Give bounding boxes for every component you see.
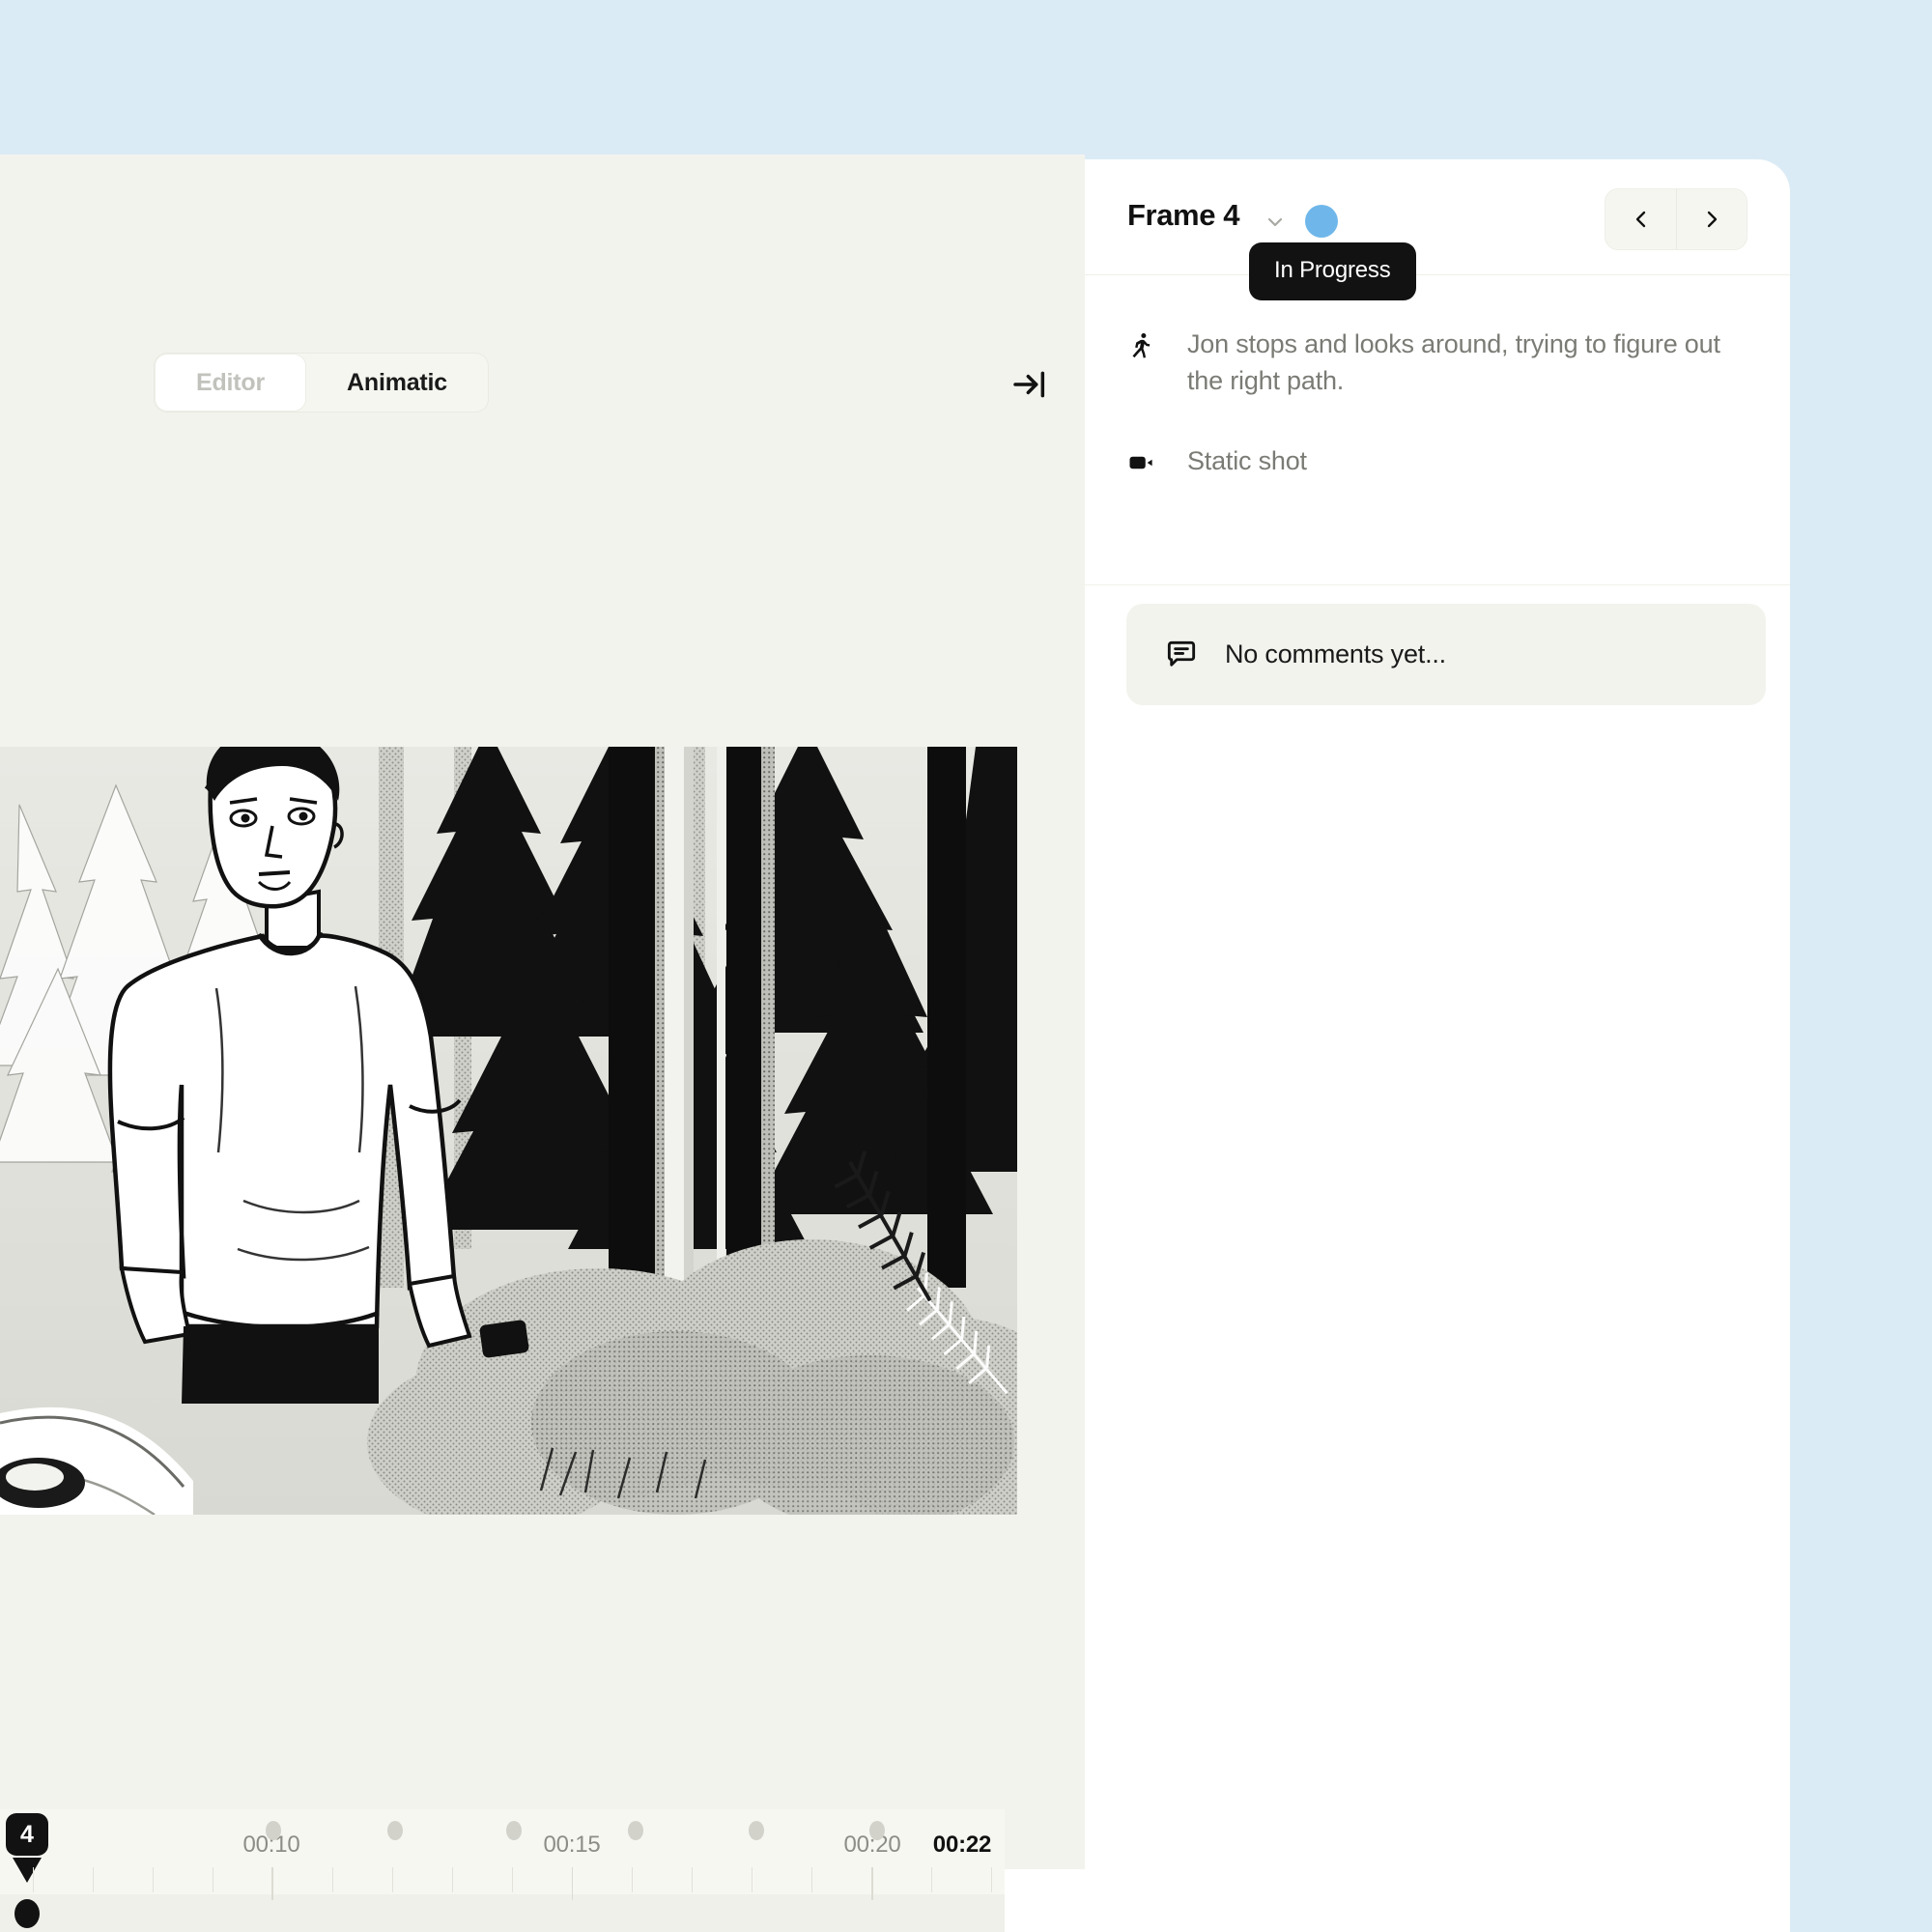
- next-frame-button[interactable]: [1676, 189, 1747, 249]
- timeline[interactable]: 00:10 00:15 00:20 00:22 4: [0, 1809, 1005, 1932]
- detail-row-shot: Static shot: [1127, 442, 1747, 482]
- timeline-tick: [752, 1867, 753, 1892]
- timeline-tick: [512, 1867, 513, 1892]
- timeline-frame-marker[interactable]: [266, 1821, 281, 1840]
- timeline-tick: [332, 1867, 333, 1892]
- frame-nav-group: [1605, 188, 1747, 250]
- running-person-icon: [1127, 326, 1158, 400]
- panel-body: Jon stops and looks around, trying to fi…: [1085, 275, 1790, 585]
- timeline-tick-major: [271, 1867, 272, 1900]
- status-tooltip: In Progress: [1249, 242, 1416, 300]
- timeline-tick: [692, 1867, 693, 1892]
- timeline-tick: [272, 1867, 273, 1900]
- playhead-pointer: [13, 1858, 42, 1883]
- comment-bubble-icon: [1167, 640, 1196, 667]
- arrow-right-to-line-icon: [1013, 371, 1045, 398]
- timeline-tick: [392, 1867, 393, 1892]
- chevron-down-icon: [1267, 217, 1283, 227]
- frame-details-panel: Frame 4 In Progress Jon stops and looks …: [1085, 159, 1790, 1932]
- timeline-frame-marker[interactable]: [869, 1821, 885, 1840]
- frame-title[interactable]: Frame 4: [1127, 198, 1240, 233]
- shot-description: Static shot: [1187, 445, 1307, 475]
- status-dot-icon[interactable]: [1305, 205, 1338, 238]
- video-camera-glyph: [1129, 456, 1152, 469]
- tab-animatic[interactable]: Animatic: [306, 354, 488, 412]
- tab-editor[interactable]: Editor: [155, 354, 307, 412]
- playhead-frame-badge[interactable]: 4: [6, 1813, 48, 1856]
- running-person-glyph: [1132, 333, 1151, 358]
- view-mode-tabs: Editor Animatic: [154, 353, 490, 412]
- time-label: 00:15: [543, 1832, 601, 1858]
- timeline-frame-marker[interactable]: [387, 1821, 403, 1840]
- frame-dropdown-button[interactable]: [1264, 211, 1287, 234]
- timeline-tick: [811, 1867, 812, 1892]
- timeline-tick: [153, 1867, 154, 1892]
- timeline-tick: [931, 1867, 932, 1892]
- previous-frame-button[interactable]: [1605, 189, 1676, 249]
- timeline-tick-major: [572, 1867, 573, 1900]
- timeline-marker-band: [0, 1894, 1005, 1932]
- timeline-tick: [452, 1867, 453, 1892]
- timeline-tick: [632, 1867, 633, 1892]
- timeline-frame-marker[interactable]: [506, 1821, 522, 1840]
- timeline-tick: [991, 1867, 992, 1892]
- chevron-left-icon: [1635, 211, 1645, 228]
- timeline-tick: [33, 1867, 34, 1892]
- storyboard-frame-image[interactable]: [0, 747, 1017, 1515]
- storyboard-illustration: [0, 747, 1017, 1515]
- timeline-tick-major: [872, 1867, 873, 1900]
- detail-row-action: Jon stops and looks around, trying to fi…: [1127, 326, 1747, 400]
- timeline-tick: [93, 1867, 94, 1892]
- playhead-handle[interactable]: [14, 1899, 40, 1928]
- timeline-frame-marker[interactable]: [749, 1821, 764, 1840]
- comments-empty-card[interactable]: No comments yet...: [1126, 604, 1766, 705]
- timeline-frame-marker[interactable]: [628, 1821, 643, 1840]
- panel-header: Frame 4: [1085, 159, 1790, 275]
- collapse-panel-button[interactable]: [1003, 357, 1057, 412]
- app-root: Editor Animatic 00:10 00:15 00:20 00:22 …: [0, 0, 1932, 1932]
- current-time-label: 00:22: [932, 1832, 992, 1858]
- chevron-right-icon: [1707, 211, 1718, 228]
- canvas-shell: Editor Animatic: [0, 155, 1085, 1932]
- comments-empty-text: No comments yet...: [1225, 639, 1446, 668]
- panel-section-divider: [1085, 584, 1790, 585]
- action-description: Jon stops and looks around, trying to fi…: [1187, 329, 1720, 396]
- video-camera-icon: [1127, 442, 1158, 482]
